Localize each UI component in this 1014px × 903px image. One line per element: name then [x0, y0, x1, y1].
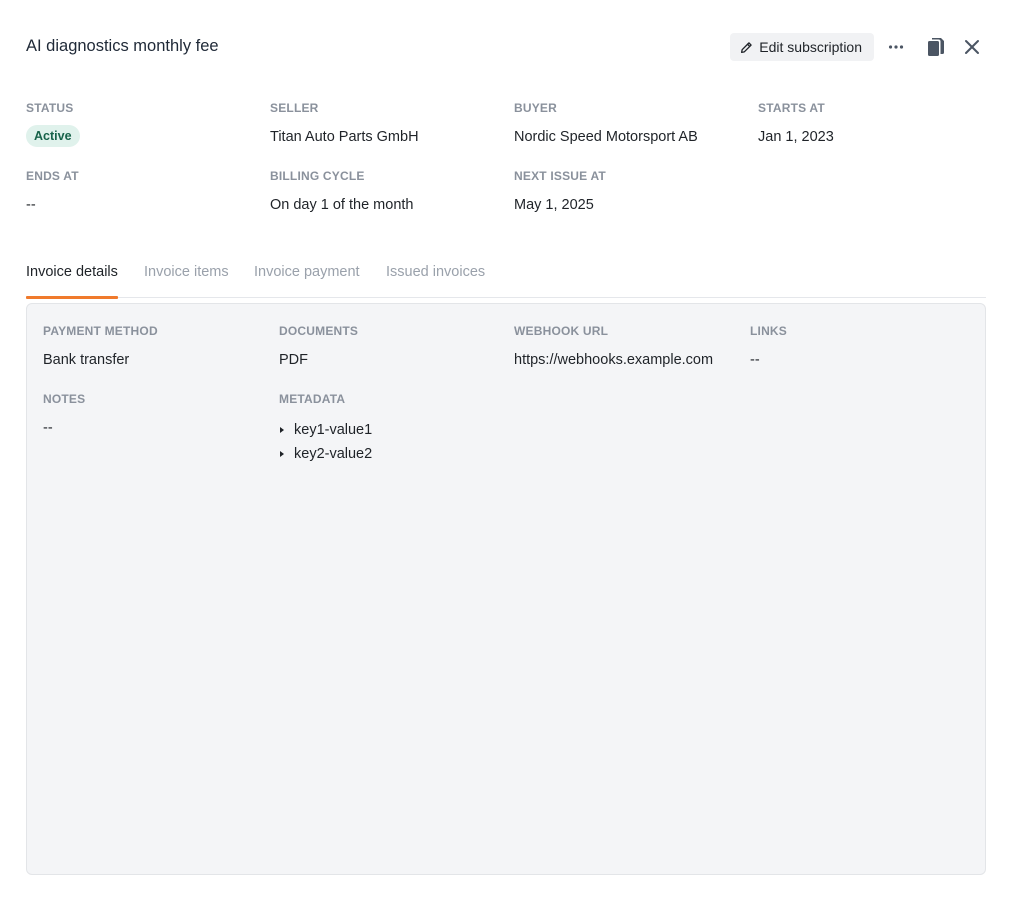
notes-label: NOTES [43, 392, 86, 406]
header: AI diagnostics monthly fee Edit subscrip… [26, 33, 986, 61]
bullet-icon [280, 427, 284, 433]
tab-invoice-details[interactable]: Invoice details [26, 264, 118, 299]
invoice-details-panel: PAYMENT METHOD Bank transfer DOCUMENTS P… [26, 303, 986, 875]
ends-at-field: ENDS AT -- [26, 169, 79, 213]
buyer-value: Nordic Speed Motorsport AB [514, 129, 698, 145]
payment-method-label: PAYMENT METHOD [43, 324, 158, 338]
copy-icon [928, 38, 944, 56]
documents-field: DOCUMENTS PDF [279, 324, 358, 368]
status-field: STATUS Active [26, 101, 80, 147]
status-badge: Active [26, 125, 80, 147]
edit-subscription-label: Edit subscription [759, 39, 862, 55]
header-actions: Edit subscription [730, 33, 986, 61]
starts-at-field: STARTS AT Jan 1, 2023 [758, 101, 834, 145]
metadata-item: key1-value1 [279, 418, 372, 442]
ends-at-value: -- [26, 197, 36, 213]
payment-method-value: Bank transfer [43, 352, 130, 368]
edit-subscription-button[interactable]: Edit subscription [730, 33, 874, 61]
metadata-list: key1-value1 key2-value2 [279, 418, 372, 466]
documents-label: DOCUMENTS [279, 324, 359, 338]
next-issue-label: NEXT ISSUE AT [514, 169, 606, 183]
metadata-field: METADATA key1-value1 key2-value2 [279, 392, 372, 466]
billing-cycle-label: BILLING CYCLE [270, 169, 365, 183]
close-icon [965, 40, 979, 54]
copy-button[interactable] [922, 33, 950, 61]
payment-method-field: PAYMENT METHOD Bank transfer [43, 324, 158, 368]
billing-cycle-field: BILLING CYCLE On day 1 of the month [270, 169, 413, 213]
tab-bar: Invoice details Invoice items Invoice pa… [26, 264, 986, 299]
close-button[interactable] [958, 33, 986, 61]
notes-value: -- [43, 420, 53, 436]
starts-at-label: STARTS AT [758, 101, 825, 115]
metadata-item-text: key2-value2 [294, 446, 373, 462]
metadata-label: METADATA [279, 392, 346, 406]
webhook-url-value: https://webhooks.example.com [514, 352, 714, 368]
metadata-item-text: key1-value1 [294, 422, 373, 438]
buyer-field: BUYER Nordic Speed Motorsport AB [514, 101, 698, 145]
billing-cycle-value: On day 1 of the month [270, 197, 414, 213]
pencil-icon [741, 41, 753, 53]
notes-field: NOTES -- [43, 392, 85, 436]
starts-at-value: Jan 1, 2023 [758, 129, 834, 145]
tab-invoice-items[interactable]: Invoice items [144, 264, 229, 298]
page-title: AI diagnostics monthly fee [26, 37, 219, 55]
next-issue-field: NEXT ISSUE AT May 1, 2025 [514, 169, 606, 213]
seller-value: Titan Auto Parts GmbH [270, 129, 419, 145]
tab-invoice-payment[interactable]: Invoice payment [254, 264, 360, 298]
webhook-url-field: WEBHOOK URL https://webhooks.example.com [514, 324, 713, 368]
buyer-label: BUYER [514, 101, 558, 115]
next-issue-value: May 1, 2025 [514, 197, 594, 213]
status-label: STATUS [26, 101, 74, 115]
ends-at-label: ENDS AT [26, 169, 79, 183]
bullet-icon [280, 451, 284, 457]
metadata-item: key2-value2 [279, 442, 372, 466]
more-options-button[interactable] [882, 33, 910, 61]
more-horizontal-icon [888, 45, 904, 49]
links-field: LINKS -- [750, 324, 787, 368]
tab-issued-invoices[interactable]: Issued invoices [386, 264, 485, 298]
links-label: LINKS [750, 324, 787, 338]
seller-label: SELLER [270, 101, 319, 115]
webhook-url-label: WEBHOOK URL [514, 324, 609, 338]
documents-value: PDF [279, 352, 308, 368]
links-value: -- [750, 352, 760, 368]
seller-field: SELLER Titan Auto Parts GmbH [270, 101, 419, 145]
